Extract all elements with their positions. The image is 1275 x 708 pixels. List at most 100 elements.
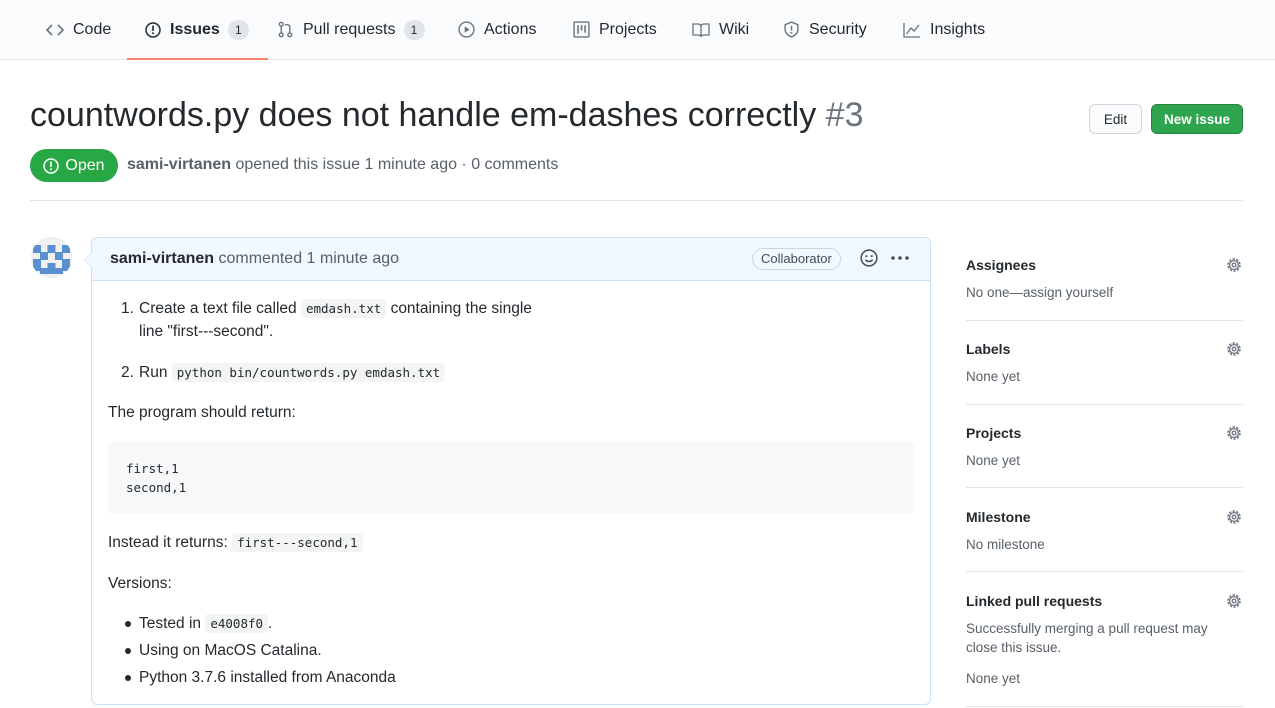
paragraph-text: Instead it returns:	[108, 534, 228, 551]
add-reaction-button[interactable]	[860, 249, 878, 272]
milestone-value: No milestone	[966, 537, 1045, 552]
sidebar-divider	[966, 320, 1243, 321]
inline-code: python bin/countwords.py emdash.txt	[171, 363, 446, 382]
book-icon	[692, 22, 710, 37]
git-pull-request-icon	[278, 21, 293, 38]
play-icon	[458, 21, 475, 38]
issue-title: countwords.py does not handle em-dashes …	[30, 96, 863, 135]
issue-author-link[interactable]: sami-virtanen	[127, 156, 231, 173]
tab-label: Insights	[930, 20, 986, 38]
tab-label: Wiki	[719, 20, 750, 38]
comment-action: commented 1 minute ago	[218, 250, 400, 267]
comment-options-button[interactable]	[890, 249, 910, 272]
inline-code: e4008f0	[205, 614, 269, 633]
sidebar-heading: Projects	[966, 425, 1022, 441]
tab-label: Security	[809, 20, 867, 38]
step-text: Create a text file called	[139, 300, 297, 317]
paragraph: Versions:	[108, 575, 172, 592]
tab-pull-requests[interactable]: Pull requests 1	[277, 0, 425, 59]
inline-code: first---second,1	[232, 533, 363, 552]
list-item-text: Tested in e4008f0.	[139, 614, 273, 633]
labels-value: None yet	[966, 369, 1021, 384]
step-text: containing the single	[390, 300, 532, 317]
bullet	[125, 675, 131, 681]
collaborator-badge: Collaborator	[752, 248, 841, 270]
state-label: Open	[65, 156, 105, 174]
tab-issues[interactable]: Issues 1	[127, 0, 268, 60]
bullet	[125, 648, 131, 654]
sidebar-heading: Milestone	[966, 509, 1031, 525]
graph-icon	[903, 22, 920, 38]
list-item-text: Using on MacOS Catalina.	[139, 642, 322, 659]
list-number: 2.	[121, 364, 134, 381]
new-issue-button[interactable]: New issue	[1151, 104, 1243, 134]
list-item-text: line "first---second".	[139, 323, 274, 340]
tab-actions[interactable]: Actions	[458, 0, 536, 59]
kebab-horizontal-icon	[891, 256, 909, 260]
tab-projects[interactable]: Projects	[573, 0, 657, 59]
sidebar-divider	[966, 487, 1243, 488]
tab-code[interactable]: Code	[46, 0, 111, 59]
linked-pr-settings[interactable]	[1225, 592, 1243, 615]
projects-settings[interactable]	[1225, 424, 1243, 447]
list-item-text: Run python bin/countwords.py emdash.txt	[139, 363, 446, 382]
sidebar-divider	[966, 404, 1243, 405]
paragraph: The program should return:	[108, 404, 296, 421]
issue-meta: sami-virtanen opened this issue 1 minute…	[127, 156, 558, 174]
tab-wiki[interactable]: Wiki	[692, 0, 749, 59]
smiley-icon	[860, 249, 878, 267]
linked-pr-help: close this issue.	[966, 640, 1062, 655]
projects-value: None yet	[966, 453, 1021, 468]
sidebar-divider	[966, 706, 1243, 707]
tab-label: Pull requests	[303, 20, 396, 38]
assignees-value[interactable]: No one—assign yourself	[966, 285, 1113, 300]
bullet	[125, 621, 131, 627]
linked-pr-help: Successfully merging a pull request may	[966, 621, 1208, 636]
code-line: first,1	[126, 461, 179, 476]
project-icon	[573, 21, 590, 38]
sidebar-heading: Linked pull requests	[966, 593, 1103, 609]
list-item-text: Create a text file called emdash.txt con…	[139, 299, 532, 318]
labels-settings[interactable]	[1225, 340, 1243, 363]
code-icon	[46, 23, 64, 36]
avatar[interactable]	[31, 237, 72, 278]
inline-code: emdash.txt	[300, 299, 387, 318]
code-block: first,1 second,1	[108, 442, 914, 514]
list-number: 1.	[121, 300, 134, 317]
gear-icon	[1227, 258, 1241, 272]
step-text: Run	[139, 364, 168, 381]
tab-security[interactable]: Security	[783, 0, 867, 59]
tab-label: Actions	[484, 20, 537, 38]
version-text: .	[268, 615, 273, 632]
sidebar-divider	[966, 571, 1243, 572]
sidebar-heading: Assignees	[966, 257, 1037, 273]
comment-author-link[interactable]: sami-virtanen	[110, 250, 214, 267]
repo-nav: Code Issues 1 Pull requests 1 Actions Pr…	[0, 0, 1275, 60]
linked-pr-value: None yet	[966, 671, 1021, 686]
sidebar-heading: Labels	[966, 341, 1011, 357]
list-item-text: Python 3.7.6 installed from Anaconda	[139, 669, 396, 686]
gear-icon	[1227, 342, 1241, 356]
assignees-settings[interactable]	[1225, 256, 1243, 279]
paragraph: Instead it returns: first---second,1	[108, 533, 363, 552]
pull-requests-count: 1	[403, 19, 425, 40]
code-line: second,1	[126, 480, 187, 495]
tab-insights[interactable]: Insights	[903, 0, 985, 59]
issue-opened-icon	[43, 157, 60, 174]
comment: sami-virtanen commented 1 minute ago Col…	[84, 237, 931, 705]
header-divider	[30, 200, 1243, 201]
shield-icon	[784, 21, 799, 38]
gear-icon	[1227, 594, 1241, 608]
milestone-settings[interactable]	[1225, 508, 1243, 531]
comment-header: sami-virtanen commented 1 minute ago Col…	[92, 238, 930, 281]
issue-opened-icon	[145, 21, 161, 38]
tab-label: Issues	[170, 20, 220, 38]
edit-button[interactable]: Edit	[1089, 104, 1142, 134]
gear-icon	[1227, 426, 1241, 440]
state-badge: Open	[30, 149, 118, 182]
issue-number: #3	[825, 96, 864, 134]
tab-label: Projects	[599, 20, 657, 38]
gear-icon	[1227, 510, 1241, 524]
issue-opened-text: opened this issue 1 minute ago · 0 comme…	[235, 156, 559, 173]
version-text: Tested in	[139, 615, 202, 632]
